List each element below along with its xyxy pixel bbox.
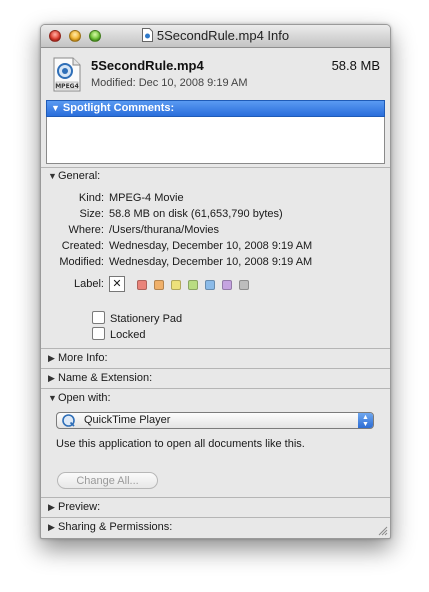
- file-size: 58.8 MB: [331, 58, 380, 73]
- label-none-button[interactable]: ✕: [109, 276, 125, 292]
- more-info-section-header[interactable]: ▶ More Info:: [41, 349, 390, 367]
- general-section-header[interactable]: ▼General:: [41, 167, 390, 185]
- modified-key: Modified:: [59, 256, 104, 268]
- sharing-permissions-label: Sharing & Permissions:: [58, 521, 173, 533]
- where-value: /Users/thurana/Movies: [109, 224, 220, 236]
- preview-section-header[interactable]: ▶ Preview:: [41, 498, 390, 516]
- more-info-label: More Info:: [58, 352, 108, 364]
- open-with-popup[interactable]: QuickTime Player ▲ ▼: [56, 412, 374, 429]
- kind-value: MPEG-4 Movie: [109, 192, 184, 204]
- kind-key: Kind:: [78, 192, 104, 204]
- modified-date: Modified: Dec 10, 2008 9:19 AM: [91, 77, 248, 89]
- label-color-swatch[interactable]: [205, 280, 215, 290]
- label-color-swatch[interactable]: [137, 280, 147, 290]
- disclosure-triangle-open-icon[interactable]: ▼: [51, 101, 60, 116]
- created-row: Created: Wednesday, December 10, 2008 9:…: [41, 238, 390, 254]
- label-color-swatch[interactable]: [239, 280, 249, 290]
- stationery-pad-label: Stationery Pad: [110, 313, 183, 325]
- locked-checkbox[interactable]: [92, 327, 105, 340]
- created-value: Wednesday, December 10, 2008 9:19 AM: [109, 240, 313, 252]
- disclosure-triangle-open-icon[interactable]: ▼: [48, 167, 58, 185]
- open-with-description: Use this application to open all documen…: [56, 438, 305, 450]
- disclosure-triangle-closed-icon[interactable]: ▶: [48, 498, 58, 516]
- change-all-button[interactable]: Change All...: [57, 472, 158, 489]
- spotlight-comments-header[interactable]: ▼ Spotlight Comments:: [46, 100, 385, 117]
- label-color-swatch[interactable]: [222, 280, 232, 290]
- open-with-selected-app: QuickTime Player: [84, 414, 171, 426]
- size-key: Size:: [79, 208, 104, 220]
- open-with-section-header[interactable]: ▼Open with:: [41, 389, 390, 407]
- label-key: Label:: [74, 278, 104, 290]
- quicktime-icon: [62, 414, 75, 427]
- disclosure-triangle-open-icon[interactable]: ▼: [48, 389, 58, 407]
- disclosure-triangle-closed-icon[interactable]: ▶: [48, 369, 58, 387]
- size-row: Size: 58.8 MB on disk (61,653,790 bytes): [41, 206, 390, 222]
- disclosure-triangle-closed-icon[interactable]: ▶: [48, 518, 58, 536]
- label-color-swatch[interactable]: [171, 280, 181, 290]
- stationery-pad-checkbox[interactable]: [92, 311, 105, 324]
- modified-value: Wednesday, December 10, 2008 9:19 AM: [109, 256, 313, 268]
- label-color-swatch[interactable]: [154, 280, 164, 290]
- general-label: General:: [58, 170, 101, 182]
- window-title-wrap: 5SecondRule.mp4 Info: [41, 28, 390, 43]
- kind-row: Kind: MPEG-4 Movie: [41, 190, 390, 206]
- label-row: Label: ✕: [41, 276, 390, 292]
- locked-row[interactable]: Locked: [92, 327, 145, 341]
- where-row: Where: /Users/thurana/Movies: [41, 222, 390, 238]
- name-extension-label: Name & Extension:: [58, 372, 153, 384]
- locked-label: Locked: [110, 329, 146, 341]
- open-with-label: Open with:: [58, 392, 111, 404]
- info-window: 5SecondRule.mp4 Info MPEG4 5SecondRule.m…: [40, 24, 391, 539]
- name-extension-section-header[interactable]: ▶ Name & Extension:: [41, 369, 390, 387]
- label-color-swatch[interactable]: [188, 280, 198, 290]
- disclosure-triangle-closed-icon[interactable]: ▶: [48, 349, 58, 367]
- sharing-permissions-section-header[interactable]: ▶ Sharing & Permissions:: [41, 518, 390, 536]
- stationery-pad-row[interactable]: Stationery Pad: [92, 311, 182, 325]
- resize-grip-icon[interactable]: [377, 525, 388, 536]
- where-key: Where:: [68, 224, 104, 236]
- mpeg4-file-icon: MPEG4: [53, 57, 81, 92]
- document-icon: [141, 28, 153, 42]
- file-name: 5SecondRule.mp4: [91, 58, 204, 73]
- created-key: Created:: [61, 240, 104, 252]
- spotlight-comments-field[interactable]: [46, 117, 385, 164]
- size-value: 58.8 MB on disk (61,653,790 bytes): [109, 208, 283, 220]
- preview-label: Preview:: [58, 501, 101, 513]
- spotlight-comments-label: Spotlight Comments:: [62, 102, 175, 114]
- popup-arrows-icon[interactable]: ▲ ▼: [358, 413, 373, 428]
- window-title: 5SecondRule.mp4 Info: [156, 28, 290, 43]
- title-bar[interactable]: 5SecondRule.mp4 Info: [41, 25, 390, 48]
- modified-row: Modified: Wednesday, December 10, 2008 9…: [41, 254, 390, 270]
- file-icon-caption: MPEG4: [55, 83, 79, 90]
